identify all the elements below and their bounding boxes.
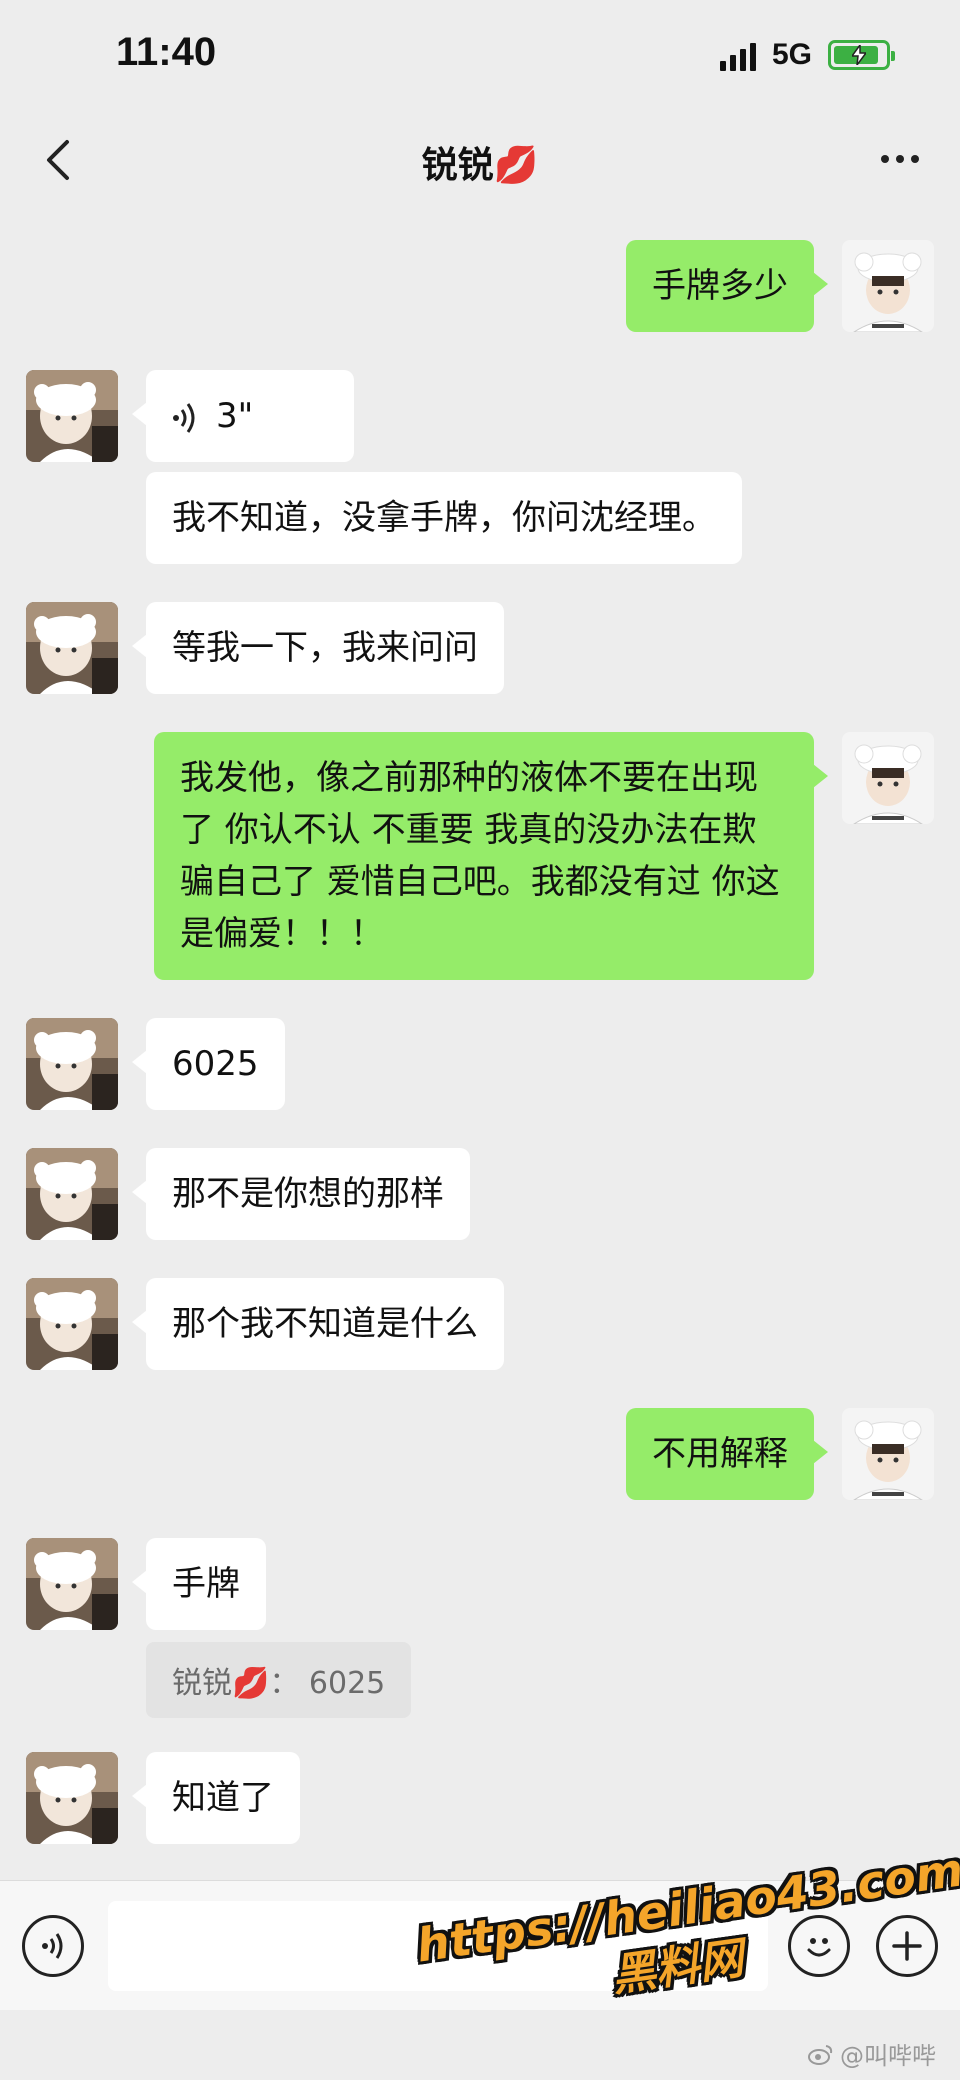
contact-avatar[interactable] <box>26 1752 118 1844</box>
contact-avatar[interactable] <box>26 602 118 694</box>
status-time: 11:40 <box>116 30 217 74</box>
message-row: 6025 <box>0 1018 960 1110</box>
voice-input-button[interactable] <box>22 1915 84 1977</box>
voice-wave-icon <box>173 402 195 433</box>
chat-title: 锐锐💋 <box>0 136 960 188</box>
message-bubble[interactable]: 不用解释 <box>626 1408 828 1500</box>
message-row: 不用解释 <box>0 1408 960 1500</box>
status-icons: 5G <box>719 38 895 72</box>
message-bubble[interactable]: 那不是你想的那样 <box>132 1148 470 1240</box>
emoji-button[interactable] <box>788 1915 850 1977</box>
message-row: 3" <box>0 370 960 462</box>
contact-avatar[interactable] <box>26 1018 118 1110</box>
contact-avatar[interactable] <box>26 1278 118 1370</box>
weibo-icon <box>808 2044 833 2065</box>
message-bubble[interactable]: 6025 <box>132 1018 285 1110</box>
contact-avatar[interactable] <box>26 370 118 462</box>
more-actions-button[interactable] <box>876 1915 938 1977</box>
battery-icon <box>828 40 895 70</box>
more-options-button[interactable] <box>870 134 930 184</box>
my-avatar[interactable] <box>842 1408 934 1500</box>
my-avatar[interactable] <box>842 732 934 824</box>
network-label: 5G <box>771 38 812 71</box>
signal-icon <box>719 39 756 71</box>
input-bar <box>0 1880 960 2010</box>
plus-icon <box>892 1931 922 1961</box>
message-row: 等我一下，我来问问 <box>0 602 960 694</box>
message-row: 知道了 <box>0 1752 960 1844</box>
message-row: 我发他，像之前那种的液体不要在出现了 你认不认 不重要 我真的没办法在欺骗自己了… <box>0 732 960 980</box>
chat-area[interactable]: 手牌多少 3" 我不知道，没拿手牌，你问沈经理。 等我一下，我来问问 我发他，像… <box>0 210 960 1880</box>
message-input[interactable] <box>108 1901 768 1991</box>
message-bubble[interactable]: 知道了 <box>132 1752 300 1844</box>
message-row: 手牌 锐锐💋： 6025 <box>0 1538 960 1718</box>
contact-avatar[interactable] <box>26 1538 118 1630</box>
voice-message-bubble[interactable]: 3" <box>132 370 354 462</box>
message-bubble[interactable]: 那个我不知道是什么 <box>132 1278 504 1370</box>
message-bubble[interactable]: 手牌多少 <box>626 240 828 332</box>
smiley-icon <box>807 1938 831 1957</box>
contact-name: 锐锐 <box>421 145 494 186</box>
message-bubble[interactable]: 我不知道，没拿手牌，你问沈经理。 <box>146 472 742 564</box>
my-avatar[interactable] <box>842 240 934 332</box>
voice-wave-icon <box>42 1933 63 1959</box>
status-bar: 11:40 5G <box>0 0 960 110</box>
weibo-watermark: @叫哔哔 <box>808 2036 936 2071</box>
message-row: 那个我不知道是什么 <box>0 1278 960 1370</box>
message-bubble[interactable]: 手牌 <box>132 1538 266 1630</box>
weibo-handle: @叫哔哔 <box>840 2042 936 2070</box>
message-row: 我不知道，没拿手牌，你问沈经理。 <box>0 472 960 564</box>
voice-duration: 3" <box>216 396 254 436</box>
lips-emoji: 💋 <box>493 145 539 186</box>
message-bubble[interactable]: 等我一下，我来问问 <box>132 602 504 694</box>
message-row: 那不是你想的那样 <box>0 1148 960 1240</box>
message-row: 手牌多少 <box>0 240 960 332</box>
contact-avatar[interactable] <box>26 1148 118 1240</box>
nav-bar: 锐锐💋 <box>0 110 960 210</box>
quoted-message[interactable]: 锐锐💋： 6025 <box>146 1642 412 1718</box>
message-bubble[interactable]: 我发他，像之前那种的液体不要在出现了 你认不认 不重要 我真的没办法在欺骗自己了… <box>154 732 828 980</box>
